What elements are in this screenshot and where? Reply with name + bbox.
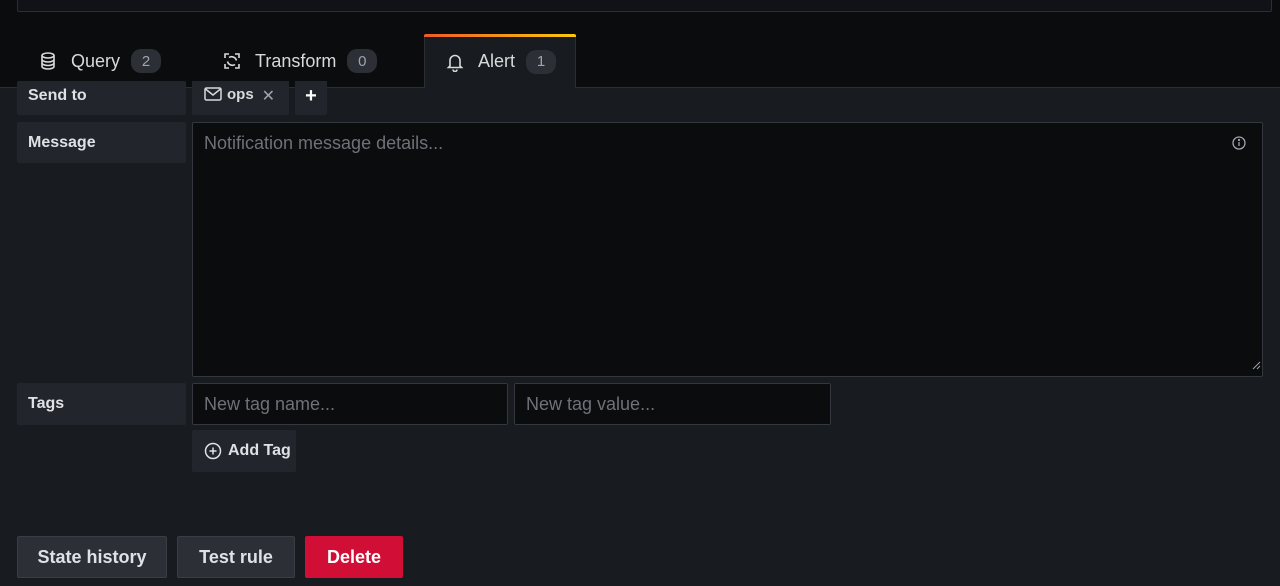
tag-value-placeholder: New tag value...	[526, 393, 656, 414]
tab-alert-label: Alert	[478, 51, 516, 71]
tab-query-count: 2	[131, 49, 162, 73]
bell-icon	[445, 52, 465, 72]
add-tag-label: Add Tag	[228, 442, 291, 459]
tab-transform-label: Transform	[255, 50, 337, 71]
recipient-chip[interactable]: ops ✕	[192, 81, 289, 115]
resize-handle-icon[interactable]	[1251, 357, 1261, 375]
recipient-name: ops	[227, 86, 254, 103]
tab-transform[interactable]: Transform 0	[222, 34, 412, 88]
database-icon	[38, 51, 58, 71]
tag-value-input[interactable]: New tag value...	[514, 383, 831, 425]
envelope-icon	[204, 87, 222, 101]
tag-name-placeholder: New tag name...	[204, 393, 336, 414]
add-recipient-button[interactable]: +	[295, 81, 327, 115]
message-textarea[interactable]: Notification message details...	[192, 122, 1263, 377]
tab-alert[interactable]: Alert 1	[424, 34, 576, 88]
state-history-button[interactable]: State history	[17, 536, 167, 578]
add-tag-button[interactable]: Add Tag	[192, 430, 296, 472]
tag-name-input[interactable]: New tag name...	[192, 383, 508, 425]
tab-alert-count: 1	[526, 49, 557, 74]
tags-label: Tags	[17, 383, 186, 425]
tab-transform-count: 0	[347, 49, 378, 73]
info-icon[interactable]	[1232, 136, 1246, 155]
message-label: Message	[17, 122, 186, 163]
delete-button[interactable]: Delete	[305, 536, 403, 578]
message-placeholder: Notification message details...	[204, 133, 444, 153]
remove-recipient-icon[interactable]: ✕	[262, 86, 275, 106]
transform-icon	[222, 51, 242, 71]
tab-query-label: Query	[71, 50, 121, 71]
send-to-label: Send to	[17, 81, 186, 115]
panel-edge	[17, 0, 1272, 12]
plus-circle-icon	[204, 442, 222, 460]
tab-query[interactable]: Query 2	[38, 34, 198, 88]
test-rule-button[interactable]: Test rule	[177, 536, 295, 578]
